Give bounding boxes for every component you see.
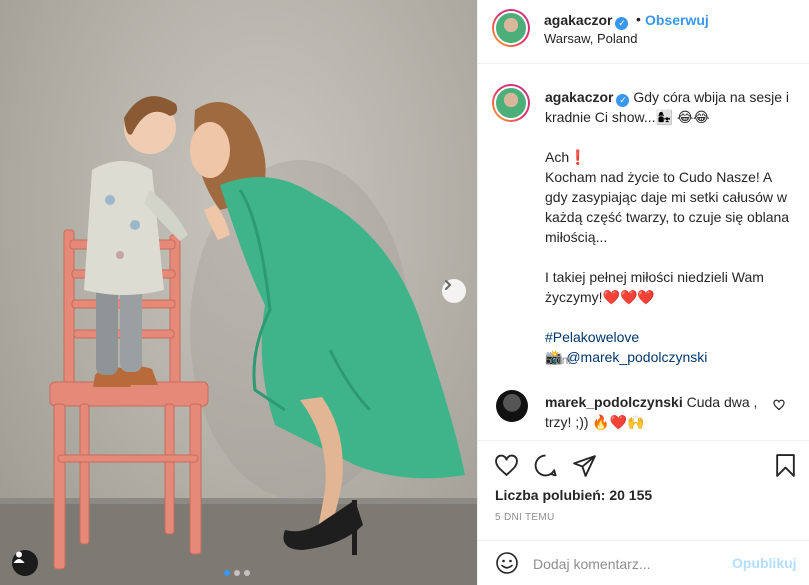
carousel-dot-active	[224, 570, 230, 576]
comment-icon[interactable]	[533, 453, 558, 478]
likes-count[interactable]: Liczba polubień: 20 155	[495, 487, 652, 503]
post-details-panel: agakaczor ✓ • Obserwuj Warsaw, Poland aga…	[477, 0, 809, 585]
caption-author-link[interactable]: agakaczor ✓	[545, 89, 630, 107]
header-separator: •	[636, 11, 641, 27]
tagged-users-button[interactable]	[12, 550, 38, 576]
comment-text: marek_podolczynski Cuda dwa , trzy! ;)) …	[545, 392, 771, 432]
heart-icon[interactable]	[773, 399, 785, 411]
next-slide-button[interactable]	[442, 279, 466, 303]
comments-section[interactable]: agakaczor ✓ Gdy córa wbija na sesje i kra…	[478, 64, 809, 440]
post-actions: Liczba polubień: 20 155 5 DNI TEMU	[478, 440, 809, 546]
carousel-indicator	[224, 570, 250, 576]
user-tag-icon	[13, 551, 25, 563]
carousel-dot	[244, 570, 250, 576]
bookmark-icon[interactable]	[774, 453, 797, 478]
caption-timestamp[interactable]: 5 dni	[545, 353, 571, 367]
carousel-dot	[234, 570, 240, 576]
author-username-link[interactable]: agakaczor ✓	[544, 12, 629, 30]
commenter-avatar[interactable]	[496, 390, 528, 422]
chevron-right-icon	[445, 280, 452, 290]
follow-button[interactable]: Obserwuj	[645, 12, 709, 28]
caption-line-1: Ach❗️	[545, 149, 587, 165]
comment-input[interactable]	[533, 553, 723, 575]
heart-icon[interactable]	[494, 453, 519, 478]
photo-illustration	[0, 96, 477, 585]
caption-line-3: I takiej pełnej miłości niedzieli Wam ży…	[545, 269, 764, 305]
add-comment-bar: Opublikuj	[478, 540, 809, 585]
share-icon[interactable]	[572, 453, 597, 478]
post-header: agakaczor ✓ • Obserwuj Warsaw, Poland	[478, 0, 809, 64]
author-avatar[interactable]	[492, 9, 530, 47]
caption-text: agakaczor ✓ Gdy córa wbija na sesje i kra…	[545, 87, 797, 367]
verified-icon: ✓	[615, 17, 629, 30]
emoji-icon[interactable]	[495, 551, 519, 575]
hashtag-link[interactable]: #Pelakowelove	[545, 329, 639, 345]
publish-button[interactable]: Opublikuj	[732, 555, 797, 571]
caption-author-avatar[interactable]	[492, 84, 530, 122]
photographer-mention-link[interactable]: @marek_podolczynski	[566, 349, 707, 365]
post-photo[interactable]	[0, 0, 477, 585]
commenter-username-link[interactable]: marek_podolczynski	[545, 394, 683, 410]
post-timestamp[interactable]: 5 DNI TEMU	[495, 512, 555, 523]
verified-icon: ✓	[616, 94, 630, 107]
caption-line-2: Kocham nad życie to Cudo Nasze! A gdy za…	[545, 169, 790, 245]
instagram-post: agakaczor ✓ • Obserwuj Warsaw, Poland aga…	[0, 0, 809, 585]
location-link[interactable]: Warsaw, Poland	[544, 31, 637, 46]
